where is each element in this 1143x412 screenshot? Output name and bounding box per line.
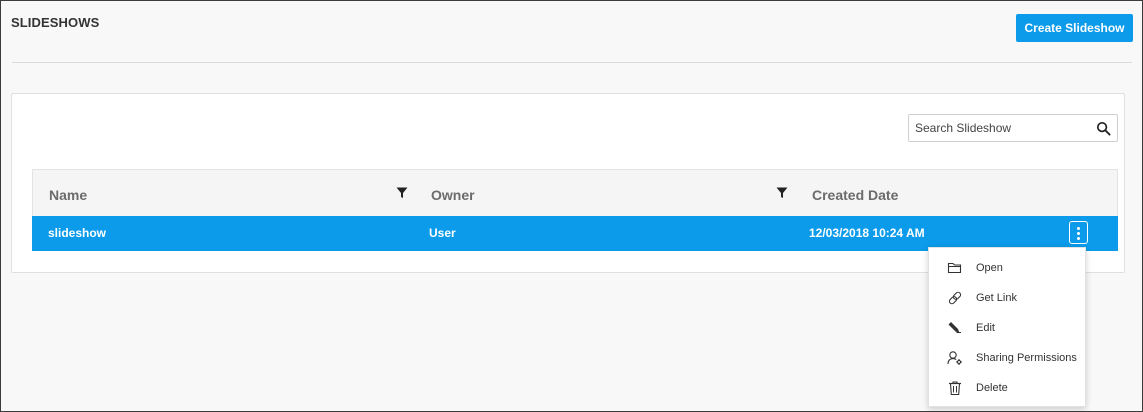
menu-item-label: Delete (976, 382, 1008, 394)
create-slideshow-button[interactable]: Create Slideshow (1016, 14, 1133, 42)
menu-item-get-link[interactable]: Get Link (929, 284, 1085, 312)
search-input[interactable] (909, 115, 1089, 141)
column-header-owner[interactable]: Owner (431, 187, 475, 203)
menu-item-label: Open (976, 262, 1003, 274)
kebab-dot (1077, 237, 1080, 240)
menu-item-delete[interactable]: Delete (929, 374, 1085, 402)
trash-icon (949, 381, 961, 396)
menu-item-edit[interactable]: Edit (929, 314, 1085, 342)
kebab-dot (1077, 232, 1080, 235)
row-context-menu: Open Get Link Edit Sharing Permissions D… (928, 247, 1086, 407)
search-box[interactable] (908, 114, 1118, 142)
cell-owner: User (429, 226, 456, 240)
owner-filter-icon[interactable] (776, 187, 788, 199)
table-row[interactable]: slideshow User 12/03/2018 10:24 AM (32, 216, 1118, 251)
search-icon[interactable] (1096, 121, 1111, 136)
pencil-icon (948, 322, 961, 333)
header-divider (12, 62, 1132, 63)
app-frame: SLIDESHOWS Create Slideshow Name Owner C… (0, 0, 1143, 412)
name-filter-icon[interactable] (396, 187, 408, 199)
table-header: Name Owner Created Date (32, 169, 1118, 216)
menu-item-label: Get Link (976, 292, 1017, 304)
user-settings-icon (947, 351, 962, 365)
link-icon (948, 291, 962, 305)
menu-item-open[interactable]: Open (929, 254, 1085, 282)
column-header-name[interactable]: Name (49, 187, 87, 203)
folder-open-icon (947, 262, 962, 274)
menu-item-label: Edit (976, 322, 995, 334)
kebab-dot (1077, 227, 1080, 230)
cell-created-date: 12/03/2018 10:24 AM (809, 226, 925, 240)
cell-name: slideshow (48, 226, 107, 240)
row-actions-button[interactable] (1069, 221, 1088, 244)
column-header-created-date[interactable]: Created Date (812, 187, 898, 203)
menu-item-sharing-permissions[interactable]: Sharing Permissions (929, 344, 1085, 372)
page-title: SLIDESHOWS (11, 15, 100, 30)
menu-item-label: Sharing Permissions (976, 352, 1077, 364)
